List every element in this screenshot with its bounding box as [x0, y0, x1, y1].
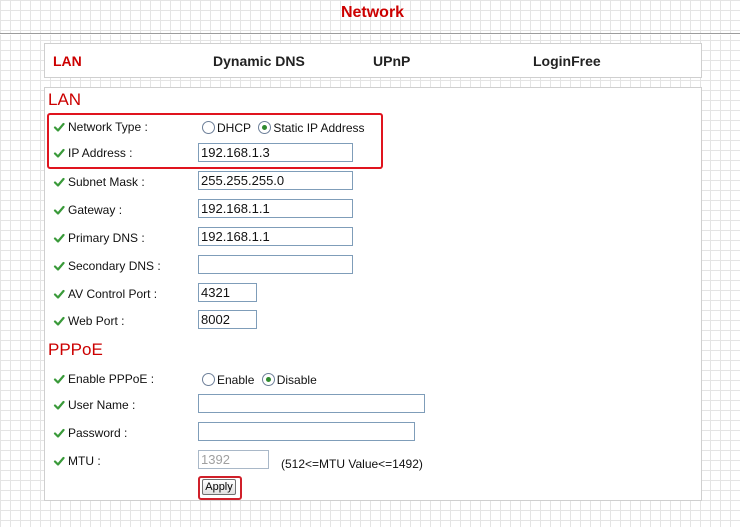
- check-icon: [53, 205, 65, 215]
- user-name-label: User Name :: [68, 398, 136, 412]
- pppoe-radio-group: Enable Disable: [202, 373, 321, 387]
- ip-address-input[interactable]: [198, 143, 353, 162]
- check-icon: [53, 428, 65, 438]
- pppoe-section-title: PPPoE: [48, 340, 103, 359]
- static-ip-radio[interactable]: [258, 121, 272, 134]
- check-icon: [53, 374, 65, 384]
- tab-dynamic-dns[interactable]: Dynamic DNS: [213, 53, 305, 69]
- network-type-label: Network Type :: [68, 120, 148, 134]
- enable-pppoe-label: Enable PPPoE :: [68, 372, 155, 386]
- web-port-label: Web Port :: [68, 314, 125, 328]
- dhcp-radio-label[interactable]: DHCP: [217, 121, 251, 135]
- mtu-label: MTU :: [68, 454, 101, 468]
- disable-radio-label[interactable]: Disable: [277, 373, 317, 387]
- apply-highlight: Apply: [198, 476, 242, 500]
- enable-radio-label[interactable]: Enable: [217, 373, 254, 387]
- lan-section-title: LAN: [48, 90, 82, 109]
- secondary-dns-label: Secondary DNS :: [68, 259, 161, 273]
- check-icon: [53, 456, 65, 466]
- av-control-port-label: AV Control Port :: [68, 287, 158, 301]
- check-icon: [53, 177, 65, 187]
- password-label: Password :: [68, 426, 128, 440]
- gateway-input[interactable]: [198, 199, 353, 218]
- subnet-mask-label: Subnet Mask :: [68, 175, 145, 189]
- gateway-label: Gateway :: [68, 203, 123, 217]
- network-type-radio-group: DHCP Static IP Address: [202, 121, 369, 135]
- disable-radio[interactable]: [261, 373, 275, 386]
- web-port-input[interactable]: [198, 310, 257, 329]
- mtu-range-hint: (512<=MTU Value<=1492): [281, 457, 423, 471]
- tab-lan[interactable]: LAN: [53, 53, 82, 69]
- settings-panel: LAN Network Type : DHCP Static IP Addres…: [44, 87, 702, 501]
- enable-radio[interactable]: [202, 373, 215, 386]
- av-control-port-input[interactable]: [198, 283, 257, 302]
- check-icon: [53, 400, 65, 410]
- tab-bar: LAN Dynamic DNS UPnP LoginFree: [44, 43, 702, 78]
- subnet-mask-input[interactable]: [198, 171, 353, 190]
- check-icon: [53, 233, 65, 243]
- secondary-dns-input[interactable]: [198, 255, 353, 274]
- tab-loginfree[interactable]: LoginFree: [533, 53, 601, 69]
- check-icon: [53, 289, 65, 299]
- check-icon: [53, 122, 65, 132]
- page-title: Network: [340, 4, 405, 21]
- primary-dns-input[interactable]: [198, 227, 353, 246]
- check-icon: [53, 261, 65, 271]
- ip-address-label: IP Address :: [68, 146, 133, 160]
- password-input[interactable]: [198, 422, 415, 441]
- dhcp-radio[interactable]: [202, 121, 215, 134]
- mtu-input: [198, 450, 269, 469]
- apply-button[interactable]: Apply: [202, 479, 236, 495]
- static-ip-radio-label[interactable]: Static IP Address: [273, 121, 364, 135]
- check-icon: [53, 316, 65, 326]
- tab-upnp[interactable]: UPnP: [373, 53, 410, 69]
- primary-dns-label: Primary DNS :: [68, 231, 145, 245]
- user-name-input[interactable]: [198, 394, 425, 413]
- title-divider: [0, 33, 740, 35]
- check-icon: [53, 148, 65, 158]
